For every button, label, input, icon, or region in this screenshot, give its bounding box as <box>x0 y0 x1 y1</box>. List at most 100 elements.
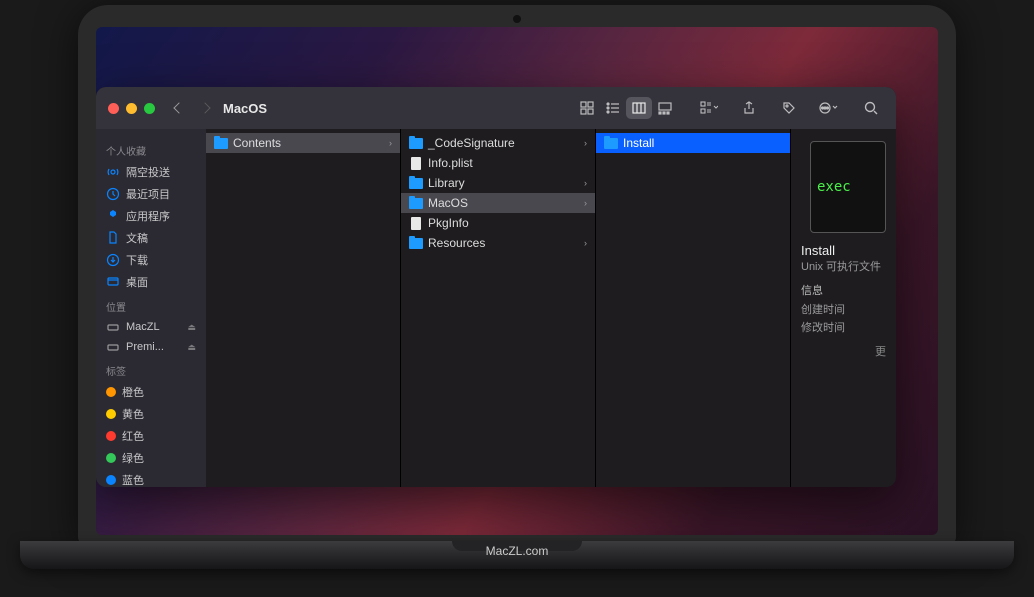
close-button[interactable] <box>108 103 119 114</box>
camera-icon <box>513 15 521 23</box>
folder-icon <box>214 136 228 150</box>
preview-modified-label: 修改时间 <box>801 320 886 338</box>
column-0: Contents › <box>206 129 401 487</box>
sidebar-tag-blue[interactable]: 蓝色 <box>96 469 206 487</box>
file-row[interactable]: Install <box>596 133 790 153</box>
tag-dot-icon <box>106 409 116 419</box>
chevron-right-icon: › <box>584 178 587 188</box>
file-name: Install <box>623 136 654 150</box>
folder-icon <box>409 196 423 210</box>
tag-dot-icon <box>106 431 116 441</box>
list-view-button[interactable] <box>600 97 626 119</box>
file-name: Resources <box>428 236 485 250</box>
tag-dot-icon <box>106 387 116 397</box>
preview-thumbnail: exec <box>810 141 886 233</box>
preview-pane: exec Install Unix 可执行文件 信息 创建时间 修改时间 更 <box>791 129 896 487</box>
column-view: Contents › _CodeSignature › Info.plist Libra… <box>206 129 896 487</box>
folder-icon <box>409 176 423 190</box>
chevron-right-icon: › <box>389 138 392 148</box>
file-row[interactable]: _CodeSignature › <box>401 133 595 153</box>
sidebar-item-label: 黄色 <box>122 406 144 422</box>
sidebar-item-label: 绿色 <box>122 450 144 466</box>
file-row[interactable]: Resources› <box>401 233 595 253</box>
file-row[interactable]: Contents › <box>206 133 400 153</box>
chevron-right-icon: › <box>584 138 587 148</box>
window-title: MacOS <box>223 101 267 116</box>
sidebar-locations-heading: 位置 <box>96 293 206 317</box>
file-row[interactable]: Library › <box>401 173 595 193</box>
eject-icon[interactable]: ⏏ <box>187 322 196 333</box>
sidebar-item-label: 橙色 <box>122 384 144 400</box>
desktop-icon <box>106 275 120 289</box>
folder-icon <box>409 136 423 150</box>
file-name: _CodeSignature <box>428 136 515 150</box>
sidebar: 个人收藏 隔空投送 最近项目 应用程序 文稿 <box>96 129 206 487</box>
tag-dot-icon <box>106 475 116 485</box>
sidebar-item-airdrop[interactable]: 隔空投送 <box>96 161 206 183</box>
sidebar-item-desktop[interactable]: 桌面 <box>96 271 206 293</box>
sidebar-item-applications[interactable]: 应用程序 <box>96 205 206 227</box>
laptop-base: MacZL.com <box>20 541 1014 569</box>
eject-icon[interactable]: ⏏ <box>187 342 196 353</box>
tag-button[interactable] <box>776 97 802 119</box>
file-name: PkgInfo <box>428 216 469 230</box>
sidebar-item-label: 隔空投送 <box>126 164 170 180</box>
sidebar-item-label: 桌面 <box>126 274 148 290</box>
nav-arrows <box>175 104 209 112</box>
share-button[interactable] <box>736 97 762 119</box>
file-name: MacOS <box>428 196 468 210</box>
file-name: Info.plist <box>428 156 473 170</box>
file-name: Library <box>428 176 465 190</box>
back-button[interactable] <box>173 102 184 113</box>
gallery-view-button[interactable] <box>652 97 678 119</box>
chevron-right-icon: › <box>584 198 587 208</box>
disk-icon <box>106 340 120 354</box>
search-button[interactable] <box>858 97 884 119</box>
forward-button[interactable] <box>199 102 210 113</box>
sidebar-item-recents[interactable]: 最近项目 <box>96 183 206 205</box>
apps-icon <box>106 209 120 223</box>
preview-info-heading: 信息 <box>801 282 886 298</box>
sidebar-item-label: 红色 <box>122 428 144 444</box>
group-button[interactable] <box>696 97 722 119</box>
file-row[interactable]: MacOS › <box>401 193 595 213</box>
sidebar-tag-orange[interactable]: 橙色 <box>96 381 206 403</box>
preview-more[interactable]: 更 <box>801 343 886 359</box>
file-name: Contents <box>233 136 281 150</box>
file-icon <box>409 156 423 170</box>
preview-created-label: 创建时间 <box>801 302 886 320</box>
file-row[interactable]: Info.plist <box>401 153 595 173</box>
fullscreen-button[interactable] <box>144 103 155 114</box>
window-controls <box>108 103 155 114</box>
sidebar-item-documents[interactable]: 文稿 <box>96 227 206 249</box>
sidebar-tag-yellow[interactable]: 黄色 <box>96 403 206 425</box>
sidebar-item-downloads[interactable]: 下载 <box>96 249 206 271</box>
laptop-frame: MacOS <box>78 5 956 545</box>
downloads-icon <box>106 253 120 267</box>
airdrop-icon <box>106 165 120 179</box>
sidebar-item-label: MacZL <box>126 321 160 333</box>
sidebar-tag-red[interactable]: 红色 <box>96 425 206 447</box>
minimize-button[interactable] <box>126 103 137 114</box>
view-mode-group <box>574 97 678 119</box>
file-row[interactable]: PkgInfo <box>401 213 595 233</box>
sidebar-tag-green[interactable]: 绿色 <box>96 447 206 469</box>
sidebar-item-disk-premi[interactable]: Premi... ⏏ <box>96 337 206 357</box>
folder-icon <box>604 136 618 150</box>
column-1: _CodeSignature › Info.plist Library › MacOS › P… <box>401 129 596 487</box>
column-2: Install <box>596 129 791 487</box>
sidebar-item-label: 文稿 <box>126 230 148 246</box>
sidebar-item-label: 应用程序 <box>126 208 170 224</box>
column-view-button[interactable] <box>626 97 652 119</box>
toolbar: MacOS <box>96 87 896 129</box>
finder-body: 个人收藏 隔空投送 最近项目 应用程序 文稿 <box>96 129 896 487</box>
screen: MacOS <box>96 27 938 535</box>
sidebar-favorites-heading: 个人收藏 <box>96 137 206 161</box>
icon-view-button[interactable] <box>574 97 600 119</box>
sidebar-item-disk-maczl[interactable]: MacZL ⏏ <box>96 317 206 337</box>
finder-window: MacOS <box>96 87 896 487</box>
disk-icon <box>106 320 120 334</box>
sidebar-tags-heading: 标签 <box>96 357 206 381</box>
clock-icon <box>106 187 120 201</box>
action-menu-button[interactable] <box>816 97 842 119</box>
